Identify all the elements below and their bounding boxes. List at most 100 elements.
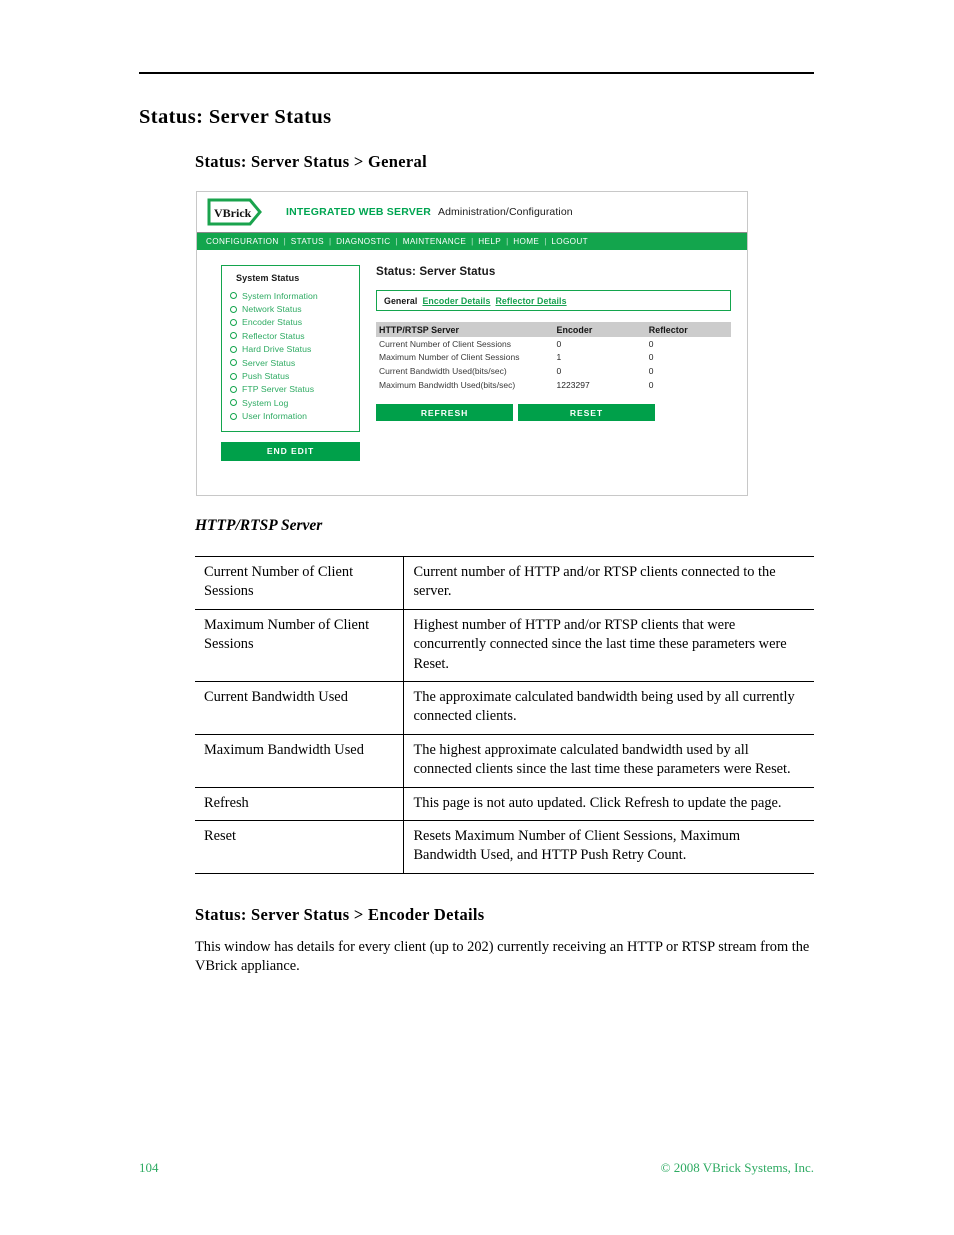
main-panel: Status: Server Status General Encoder De… (360, 265, 747, 461)
parameter-term: Current Number of Client Sessions (195, 556, 405, 610)
table-row: Current Bandwidth Used The approximate c… (195, 681, 814, 735)
bullet-icon (230, 345, 237, 353)
table-header-row: HTTP/RTSP Server Encoder Reflector (376, 322, 731, 337)
row-encoder-value: 0 (556, 338, 562, 349)
parameter-description: Highest number of HTTP and/or RTSP clien… (403, 608, 814, 682)
row-reflector-value: 0 (648, 352, 654, 363)
row-reflector-value: 0 (648, 365, 654, 376)
app-body: System Status System Information Network… (197, 250, 747, 461)
subsection-heading-http-rtsp: HTTP/RTSP Server (195, 517, 323, 534)
vbrick-logo: VBrick (206, 198, 264, 226)
bullet-icon (230, 292, 237, 300)
sidebar-item-network-status[interactable]: Network Status (230, 302, 351, 315)
sidebar-item-reflector-status[interactable]: Reflector Status (230, 329, 351, 342)
nav-separator: | (544, 237, 547, 246)
tab-general[interactable]: General (384, 296, 417, 306)
action-button-row: REFRESH RESET (376, 404, 731, 422)
sidebar-item-user-information[interactable]: User Information (230, 410, 351, 423)
end-edit-button[interactable]: END EDIT (221, 441, 360, 461)
bullet-icon (230, 359, 237, 367)
bullet-icon (230, 372, 237, 380)
section-heading-general: Status: Server Status > General (195, 152, 427, 171)
main-panel-title: Status: Server Status (376, 265, 496, 278)
parameter-term: Maximum Number of Client Sessions (195, 608, 405, 682)
row-label: Current Bandwidth Used(bits/sec) (379, 365, 507, 376)
bullet-icon (230, 399, 237, 407)
sidebar-item-label: Encoder Status (242, 317, 303, 328)
sidebar-item-server-status[interactable]: Server Status (230, 356, 351, 369)
sidebar: System Status System Information Network… (221, 265, 360, 461)
row-encoder-value: 1 (556, 352, 562, 363)
sidebar-item-label: Network Status (242, 304, 302, 315)
tab-reflector-details[interactable]: Reflector Details (495, 296, 566, 306)
table-row: Current Number of Client Sessions Curren… (195, 556, 814, 610)
tab-encoder-details[interactable]: Encoder Details (422, 296, 490, 306)
nav-separator: | (283, 237, 286, 246)
app-header-title: INTEGRATED WEB SERVER (286, 206, 431, 218)
row-reflector-value: 0 (648, 379, 654, 390)
refresh-button[interactable]: REFRESH (376, 404, 513, 422)
sidebar-item-label: System Information (242, 290, 318, 301)
table-row: Maximum Number of Client Sessions Highes… (195, 608, 814, 682)
sidebar-item-push-status[interactable]: Push Status (230, 369, 351, 382)
section-heading-encoder-details: Status: Server Status > Encoder Details (195, 905, 485, 924)
nav-item-logout[interactable]: LOGOUT (551, 237, 588, 246)
table-row: Current Bandwidth Used(bits/sec) 0 0 (376, 364, 731, 378)
column-header-server: HTTP/RTSP Server (376, 322, 554, 337)
page-top-rule (139, 72, 814, 74)
parameter-description: The approximate calculated bandwidth bei… (403, 681, 814, 735)
nav-item-diagnostic[interactable]: DIAGNOSTIC (336, 237, 390, 246)
encoder-details-paragraph: This window has details for every client… (195, 939, 810, 974)
table-row: Reset Resets Maximum Number of Client Se… (195, 820, 814, 874)
sidebar-item-label: Push Status (242, 371, 290, 382)
table-row: Refresh This page is not auto updated. C… (195, 786, 814, 821)
table-row: Maximum Bandwidth Used The highest appro… (195, 733, 814, 788)
tab-bar: General Encoder Details Reflector Detail… (376, 290, 731, 311)
parameter-description-table: Current Number of Client Sessions Curren… (195, 556, 814, 874)
row-label: Maximum Bandwidth Used(bits/sec) (379, 379, 516, 390)
row-label: Current Number of Client Sessions (379, 338, 511, 349)
parameter-term: Current Bandwidth Used (195, 681, 405, 735)
bullet-icon (230, 332, 237, 340)
table-row: Maximum Bandwidth Used(bits/sec) 1223297… (376, 378, 731, 392)
footer-page-number: 104 (139, 1160, 159, 1175)
bullet-icon (230, 305, 237, 313)
parameter-term: Refresh (195, 786, 405, 821)
bullet-icon (230, 385, 237, 393)
parameter-term: Maximum Bandwidth Used (195, 733, 405, 788)
sidebar-item-system-information[interactable]: System Information (230, 289, 351, 302)
footer-copyright: © 2008 VBrick Systems, Inc. (660, 1160, 814, 1175)
sidebar-item-label: Reflector Status (242, 330, 305, 341)
column-header-encoder: Encoder (553, 322, 646, 337)
nav-separator: | (328, 237, 332, 246)
sidebar-item-system-log[interactable]: System Log (230, 396, 351, 409)
sidebar-item-ftp-server-status[interactable]: FTP Server Status (230, 383, 351, 396)
svg-text:VBrick: VBrick (214, 206, 252, 220)
bullet-icon (230, 318, 237, 326)
sidebar-item-label: System Log (242, 397, 289, 408)
nav-item-home[interactable]: HOME (513, 237, 539, 246)
parameter-term: Reset (195, 820, 405, 874)
sidebar-item-hard-drive-status[interactable]: Hard Drive Status (230, 343, 351, 356)
sidebar-title: System Status (236, 273, 300, 283)
nav-item-help[interactable]: HELP (478, 237, 501, 246)
nav-item-maintenance[interactable]: MAINTENANCE (403, 237, 466, 246)
server-status-table: HTTP/RTSP Server Encoder Reflector Curre… (376, 322, 731, 391)
table-row: Maximum Number of Client Sessions 1 0 (376, 351, 731, 365)
embedded-app-screenshot: VBrick INTEGRATED WEB SERVER Administrat… (196, 191, 748, 496)
nav-separator: | (506, 237, 509, 246)
parameter-description: Current number of HTTP and/or RTSP clien… (403, 556, 814, 610)
sidebar-item-label: Server Status (242, 357, 296, 368)
sidebar-item-label: Hard Drive Status (242, 344, 312, 355)
column-header-reflector: Reflector (645, 322, 731, 337)
reset-button[interactable]: RESET (518, 404, 655, 422)
app-nav-bar[interactable]: CONFIGURATION | STATUS | DIAGNOSTIC | MA… (197, 233, 747, 250)
row-encoder-value: 0 (556, 365, 562, 376)
sidebar-item-encoder-status[interactable]: Encoder Status (230, 316, 351, 329)
app-header-bar: VBrick INTEGRATED WEB SERVER Administrat… (197, 192, 747, 233)
page-title: Status: Server Status (139, 106, 332, 128)
sidebar-item-label: FTP Server Status (242, 384, 315, 395)
row-label: Maximum Number of Client Sessions (379, 352, 520, 363)
nav-item-configuration[interactable]: CONFIGURATION (206, 237, 279, 246)
nav-item-status[interactable]: STATUS (291, 237, 324, 246)
